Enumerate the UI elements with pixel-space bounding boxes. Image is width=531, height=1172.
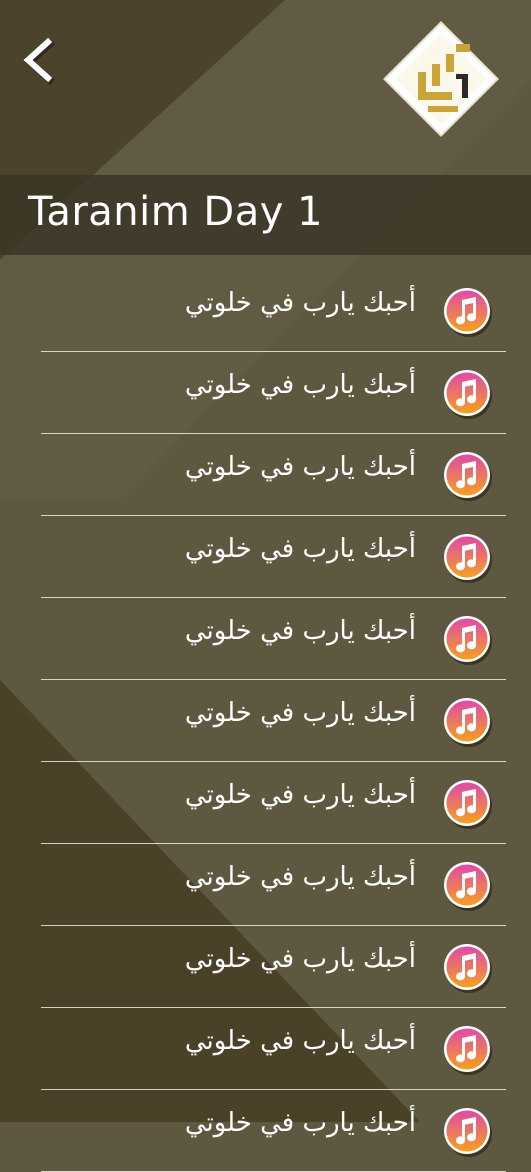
- song-title: أحبك يارب في خلوتي: [184, 1026, 416, 1056]
- music-note-icon: [444, 1108, 492, 1157]
- music-note-icon: [444, 534, 492, 583]
- back-button[interactable]: [14, 30, 66, 90]
- song-list-item[interactable]: أحبك يارب في خلوتي: [41, 1090, 506, 1172]
- song-list-item[interactable]: أحبك يارب في خلوتي: [41, 434, 506, 516]
- music-note-icon: [444, 698, 492, 747]
- music-note-icon: [444, 370, 492, 419]
- song-list-item[interactable]: أحبك يارب في خلوتي: [41, 352, 506, 434]
- page-title-bar: Taranim Day 1: [0, 175, 531, 255]
- song-title: أحبك يارب في خلوتي: [184, 780, 416, 810]
- song-title: أحبك يارب في خلوتي: [184, 452, 416, 482]
- top-bar: [0, 0, 531, 170]
- song-list-item[interactable]: أحبك يارب في خلوتي: [41, 598, 506, 680]
- song-title: أحبك يارب في خلوتي: [184, 698, 416, 728]
- music-note-icon: [444, 616, 492, 665]
- music-note-icon: [444, 1026, 492, 1075]
- song-title: أحبك يارب في خلوتي: [184, 288, 416, 318]
- music-note-icon: [444, 862, 492, 911]
- song-title: أحبك يارب في خلوتي: [184, 944, 416, 974]
- chevron-left-icon: [23, 37, 55, 85]
- song-list-item[interactable]: أحبك يارب في خلوتي: [41, 1008, 506, 1090]
- song-list-item[interactable]: أحبك يارب في خلوتي: [41, 516, 506, 598]
- song-title: أحبك يارب في خلوتي: [184, 862, 416, 892]
- music-note-icon: [444, 288, 492, 337]
- song-list-item[interactable]: أحبك يارب في خلوتي: [41, 926, 506, 1008]
- music-note-icon: [444, 452, 492, 501]
- song-title: أحبك يارب في خلوتي: [184, 534, 416, 564]
- page-title: Taranim Day 1: [28, 189, 324, 235]
- song-title: أحبك يارب في خلوتي: [184, 370, 416, 400]
- song-list: أحبك يارب في خلوتي أحبك يارب في خلوتي أحبك…: [0, 270, 531, 1172]
- music-note-icon: [444, 780, 492, 829]
- song-list-item[interactable]: أحبك يارب في خلوتي: [41, 762, 506, 844]
- song-list-item[interactable]: أحبك يارب في خلوتي: [41, 270, 506, 352]
- song-list-item[interactable]: أحبك يارب في خلوتي: [41, 680, 506, 762]
- app-logo: [376, 14, 506, 144]
- music-note-icon: [444, 944, 492, 993]
- song-list-item[interactable]: أحبك يارب في خلوتي: [41, 844, 506, 926]
- app-logo-icon: [383, 21, 499, 137]
- song-title: أحبك يارب في خلوتي: [184, 616, 416, 646]
- song-title: أحبك يارب في خلوتي: [184, 1108, 416, 1138]
